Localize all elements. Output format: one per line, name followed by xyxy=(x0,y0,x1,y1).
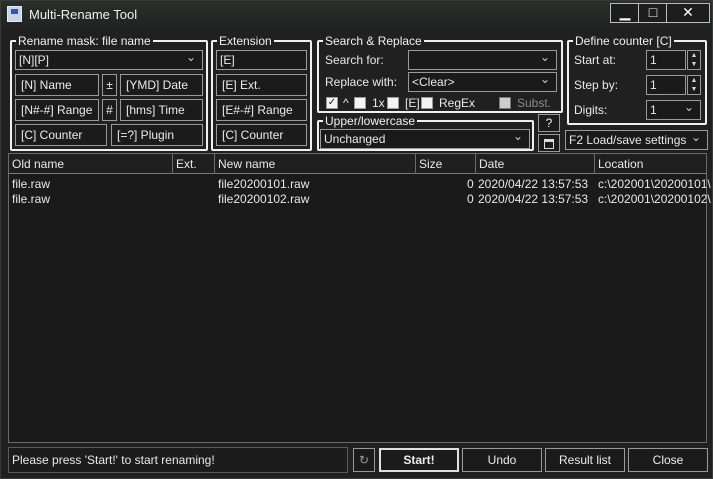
regex-label: RegEx xyxy=(439,96,476,110)
status-text: Please press 'Start!' to start renaming! xyxy=(8,447,348,473)
minimize-button[interactable]: ▁ xyxy=(610,3,640,23)
col-location[interactable]: Location xyxy=(598,157,643,171)
digits-select[interactable]: 1 xyxy=(646,100,701,120)
search-for-label: Search for: xyxy=(325,53,384,67)
digits-label: Digits: xyxy=(574,103,608,117)
subst-checkbox[interactable] xyxy=(499,97,511,109)
insert-plugin-button[interactable]: [=?] Plugin xyxy=(111,124,203,146)
undo-button[interactable]: Undo xyxy=(462,448,542,472)
window-title: Multi-Rename Tool xyxy=(29,7,138,22)
col-date[interactable]: Date xyxy=(479,157,504,171)
col-old-name[interactable]: Old name xyxy=(12,157,64,171)
rename-mask-input[interactable]: [N][P] xyxy=(15,50,203,70)
rename-mask-legend: Rename mask: file name xyxy=(18,34,151,48)
cell-old-name: file.raw xyxy=(12,177,51,191)
replace-with-input[interactable]: <Clear> xyxy=(408,72,557,92)
replace-with-label: Replace with: xyxy=(325,75,398,89)
start-at-label: Start at: xyxy=(574,53,617,67)
help-button[interactable]: ? xyxy=(538,114,560,132)
insert-counter-button[interactable]: [C] Counter xyxy=(15,124,107,146)
replace-once-label: 1x xyxy=(372,96,385,110)
document-icon xyxy=(544,139,554,149)
extension-legend: Extension xyxy=(219,34,272,48)
case-legend: Upper/lowercase xyxy=(325,114,416,128)
include-ext-checkbox[interactable] xyxy=(387,97,399,109)
counter-legend: Define counter [C] xyxy=(575,34,672,48)
replace-once-checkbox[interactable] xyxy=(354,97,366,109)
start-button[interactable]: Start! xyxy=(379,448,459,472)
file-list[interactable]: Old name Ext. New name Size Date Locatio… xyxy=(8,153,711,443)
multi-rename-window: Multi-Rename Tool ▁ □ ✕ Rename mask: fil… xyxy=(0,0,713,479)
maximize-icon: □ xyxy=(648,4,658,20)
maximize-button[interactable]: □ xyxy=(638,3,668,23)
cell-date: 2020/04/22 13:57:53 xyxy=(478,177,589,191)
cell-size: 0 xyxy=(467,192,474,206)
case-sensitive-label: ^ xyxy=(343,96,349,110)
col-new-name[interactable]: New name xyxy=(218,157,275,171)
cell-location: c:\202001\20200101\ xyxy=(598,177,711,191)
load-save-settings-select[interactable]: F2 Load/save settings xyxy=(565,130,708,150)
step-by-spinner[interactable]: ▲ ▼ xyxy=(687,75,701,95)
insert-ext-button[interactable]: [E] Ext. xyxy=(216,74,307,96)
col-size[interactable]: Size xyxy=(419,157,442,171)
subst-label: Subst. xyxy=(517,96,552,110)
refresh-icon: ↻ xyxy=(358,453,370,467)
insert-ext-range-button[interactable]: [E#-#] Range xyxy=(216,99,307,121)
insert-name-button[interactable]: [N] Name xyxy=(15,74,99,96)
spin-down-icon: ▼ xyxy=(690,86,698,93)
cell-old-name: file.raw xyxy=(12,192,51,206)
cell-new-name: file20200102.raw xyxy=(218,192,310,206)
step-by-label: Step by: xyxy=(574,78,619,92)
plusminus-button[interactable]: ± xyxy=(102,74,117,96)
step-by-input[interactable]: 1 xyxy=(646,75,686,95)
cell-size: 0 xyxy=(467,177,474,191)
close-window-button[interactable]: ✕ xyxy=(666,3,710,23)
search-for-input[interactable] xyxy=(408,50,557,70)
table-row[interactable]: file.raw file20200102.raw 0 2020/04/22 1… xyxy=(9,192,711,207)
spin-down-icon: ▼ xyxy=(690,61,698,68)
file-list-header: Old name Ext. New name Size Date Locatio… xyxy=(9,154,706,174)
col-ext[interactable]: Ext. xyxy=(176,157,197,171)
spin-up-icon: ▲ xyxy=(690,52,698,59)
case-sensitive-checkbox[interactable]: ✓ xyxy=(326,97,338,109)
cell-date: 2020/04/22 13:57:53 xyxy=(478,192,589,206)
insert-time-button[interactable]: [hms] Time xyxy=(120,99,203,121)
insert-date-button[interactable]: [YMD] Date xyxy=(120,74,203,96)
close-button[interactable]: Close xyxy=(628,448,708,472)
cell-new-name: file20200101.raw xyxy=(218,177,310,191)
insert-range-button[interactable]: [N#-#] Range xyxy=(15,99,99,121)
search-replace-legend: Search & Replace xyxy=(325,34,422,48)
app-icon xyxy=(7,6,22,22)
minimize-icon: ▁ xyxy=(619,4,631,20)
regex-checkbox[interactable] xyxy=(421,97,433,109)
refresh-button[interactable]: ↻ xyxy=(353,448,375,472)
start-at-spinner[interactable]: ▲ ▼ xyxy=(687,50,701,70)
insert-ext-counter-button[interactable]: [C] Counter xyxy=(216,124,307,146)
title-bar[interactable]: Multi-Rename Tool ▁ □ ✕ xyxy=(1,1,712,28)
spin-up-icon: ▲ xyxy=(690,77,698,84)
start-at-input[interactable]: 1 xyxy=(646,50,686,70)
hash-button[interactable]: # xyxy=(102,99,117,121)
result-list-button[interactable]: Result list xyxy=(545,448,625,472)
case-select[interactable]: Unchanged xyxy=(320,129,530,149)
table-row[interactable]: file.raw file20200101.raw 0 2020/04/22 1… xyxy=(9,177,711,192)
extension-input[interactable]: [E] xyxy=(216,50,307,70)
cell-location: c:\202001\20200102\ xyxy=(598,192,711,206)
edit-names-button[interactable] xyxy=(538,134,560,152)
close-icon: ✕ xyxy=(682,4,694,20)
include-ext-label: [E] xyxy=(405,96,420,110)
